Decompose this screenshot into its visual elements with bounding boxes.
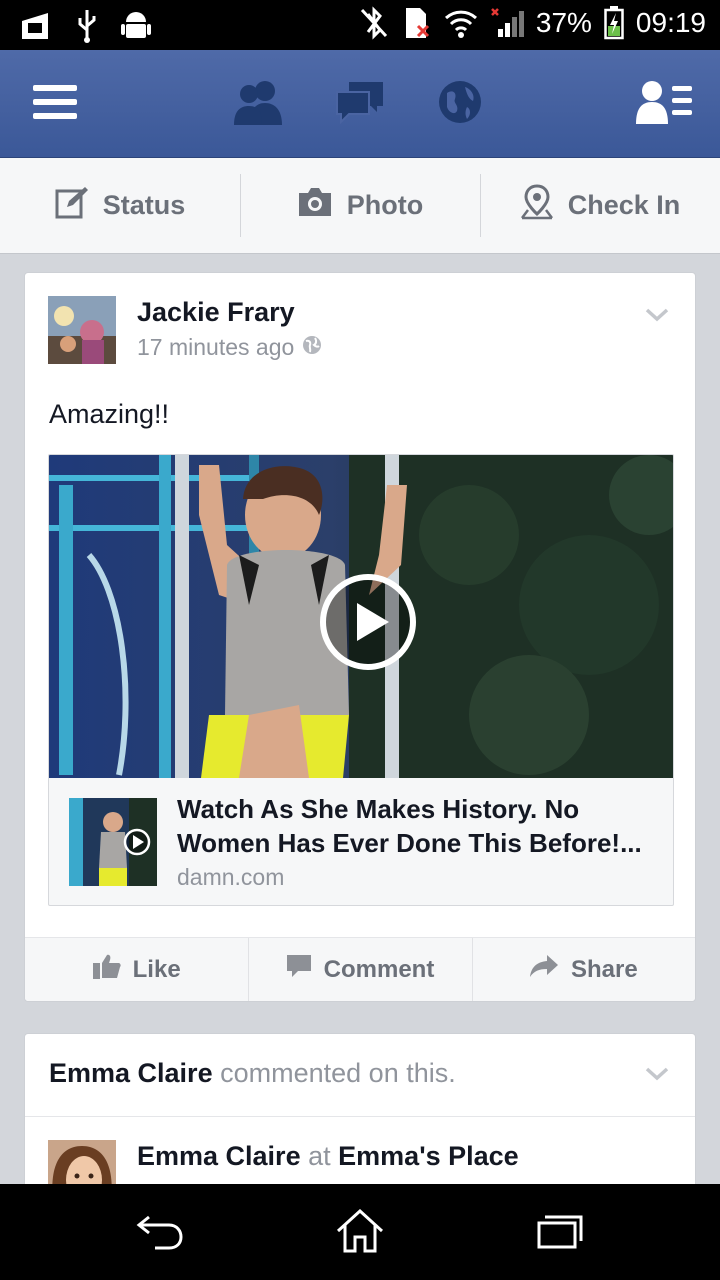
play-icon: [320, 574, 416, 670]
play-button[interactable]: [319, 573, 417, 671]
link-domain: damn.com: [177, 864, 285, 890]
camera-icon: [297, 187, 333, 224]
video-preview[interactable]: [49, 455, 673, 778]
battery-charging-icon: [604, 6, 624, 40]
messages-icon: [335, 80, 385, 129]
author-avatar[interactable]: [48, 296, 116, 364]
share-button[interactable]: Share: [471, 938, 695, 1001]
recent-apps-button[interactable]: [530, 1208, 590, 1258]
story-header: Emma Claire commented on this.: [49, 1058, 456, 1089]
comment-button[interactable]: Comment: [248, 938, 471, 1001]
recent-apps-icon: [537, 1213, 583, 1254]
post-timestamp[interactable]: 17 minutes ago: [137, 334, 322, 361]
menu-button[interactable]: [25, 76, 85, 132]
status-label: Status: [102, 190, 186, 220]
comment-bubble-icon: [286, 953, 312, 986]
chat-contacts-icon: [636, 80, 692, 129]
back-button[interactable]: [130, 1208, 190, 1258]
news-feed-story: Jackie Frary 17 minutes ago Amazing!! Wa…: [24, 272, 696, 1002]
notifications-button[interactable]: [430, 76, 490, 132]
menu-icon: [33, 83, 77, 126]
story-actions-bar: Like Comment Share: [25, 937, 695, 1001]
divider: [25, 1116, 695, 1117]
status-button[interactable]: Status: [0, 158, 240, 253]
wifi-icon: [444, 8, 478, 38]
story-options-chevron-down-icon[interactable]: [645, 1066, 669, 1082]
sim-error-icon: [402, 6, 432, 40]
link-thumbnail[interactable]: [69, 798, 157, 886]
link-title[interactable]: Watch As She Makes History. No Women Has…: [177, 792, 659, 860]
status-bar: 37% 09:19: [0, 0, 720, 50]
like-label: Like: [132, 955, 181, 983]
public-globe-icon: [302, 334, 322, 361]
author-name[interactable]: Jackie Frary: [137, 297, 295, 328]
friends-icon: [232, 79, 286, 130]
share-label: Share: [570, 955, 638, 983]
chat-contacts-button[interactable]: [634, 76, 694, 132]
composer-bar: Status Photo Check In: [0, 158, 720, 254]
friend-requests-button[interactable]: [229, 76, 289, 132]
thumbs-up-icon: [92, 953, 121, 986]
at-word: at: [308, 1141, 331, 1171]
location-pin-icon: [520, 184, 554, 227]
edit-status-icon: [55, 185, 89, 226]
back-arrow-icon: [135, 1211, 185, 1256]
home-icon: [335, 1208, 385, 1258]
post-author-line: Emma Claire at Emma's Place: [137, 1141, 519, 1172]
photo-button[interactable]: Photo: [240, 158, 480, 253]
android-icon: [120, 8, 152, 44]
like-button[interactable]: Like: [25, 938, 248, 1001]
story-actor-name[interactable]: Emma Claire: [49, 1058, 213, 1088]
clock: 09:19: [635, 7, 706, 38]
signal-icon: [490, 7, 524, 39]
check-in-label: Check In: [567, 190, 681, 220]
battery-percent: 37%: [535, 7, 592, 38]
check-in-button[interactable]: Check In: [480, 158, 720, 253]
news-feed-story-2: Emma Claire commented on this. Emma Clai…: [24, 1033, 696, 1208]
nfc-icon: [18, 9, 54, 43]
home-button[interactable]: [330, 1208, 390, 1258]
story-options-chevron-down-icon[interactable]: [645, 307, 669, 323]
usb-icon: [76, 8, 98, 44]
post-author-name[interactable]: Emma Claire: [137, 1141, 301, 1171]
post-text: Amazing!!: [49, 399, 170, 429]
place-name[interactable]: Emma's Place: [338, 1141, 519, 1171]
messages-button[interactable]: [330, 76, 390, 132]
notifications-globe-icon: [437, 79, 483, 130]
top-navigation-bar: [0, 50, 720, 158]
android-navigation-bar: [0, 1184, 720, 1280]
share-arrow-icon: [529, 954, 559, 985]
timestamp-text: 17 minutes ago: [137, 334, 295, 360]
comment-label: Comment: [323, 955, 435, 983]
photo-label: Photo: [346, 190, 424, 220]
shared-link-attachment[interactable]: Watch As She Makes History. No Women Has…: [48, 454, 674, 906]
bluetooth-off-icon: [358, 6, 390, 40]
story-activity: commented on this.: [220, 1058, 456, 1088]
